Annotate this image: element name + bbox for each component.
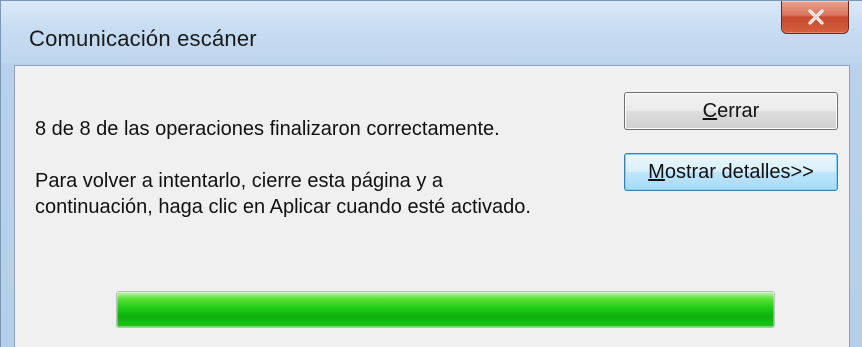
progress-bar [116, 291, 775, 328]
window-close-button[interactable] [781, 1, 849, 34]
dialog-content: 8 de 8 de las operaciones finalizaron co… [14, 65, 850, 347]
details-label: ostrar detalles>> [664, 161, 814, 183]
instruction-line-1: Para volver a intentarlo, cierre esta pá… [35, 170, 443, 192]
cerrar-accelerator: C [702, 100, 718, 122]
cerrar-button[interactable]: Cerrar [624, 92, 838, 130]
close-icon [808, 9, 824, 25]
details-accelerator: M [648, 161, 665, 183]
status-message: 8 de 8 de las operaciones finalizaron co… [35, 118, 500, 140]
show-details-button[interactable]: Mostrar detalles>> [624, 153, 838, 191]
instruction-message: Para volver a intentarlo, cierre esta pá… [35, 168, 531, 220]
instruction-line-2: continuación, haga clic en Aplicar cuand… [35, 196, 531, 218]
progress-fill [117, 292, 774, 327]
title-bar[interactable]: Comunicación escáner [1, 1, 862, 63]
window-title: Comunicación escáner [29, 26, 257, 51]
dialog-window: Comunicación escáner 8 de 8 de las opera… [0, 0, 862, 347]
cerrar-label: errar [717, 100, 760, 122]
